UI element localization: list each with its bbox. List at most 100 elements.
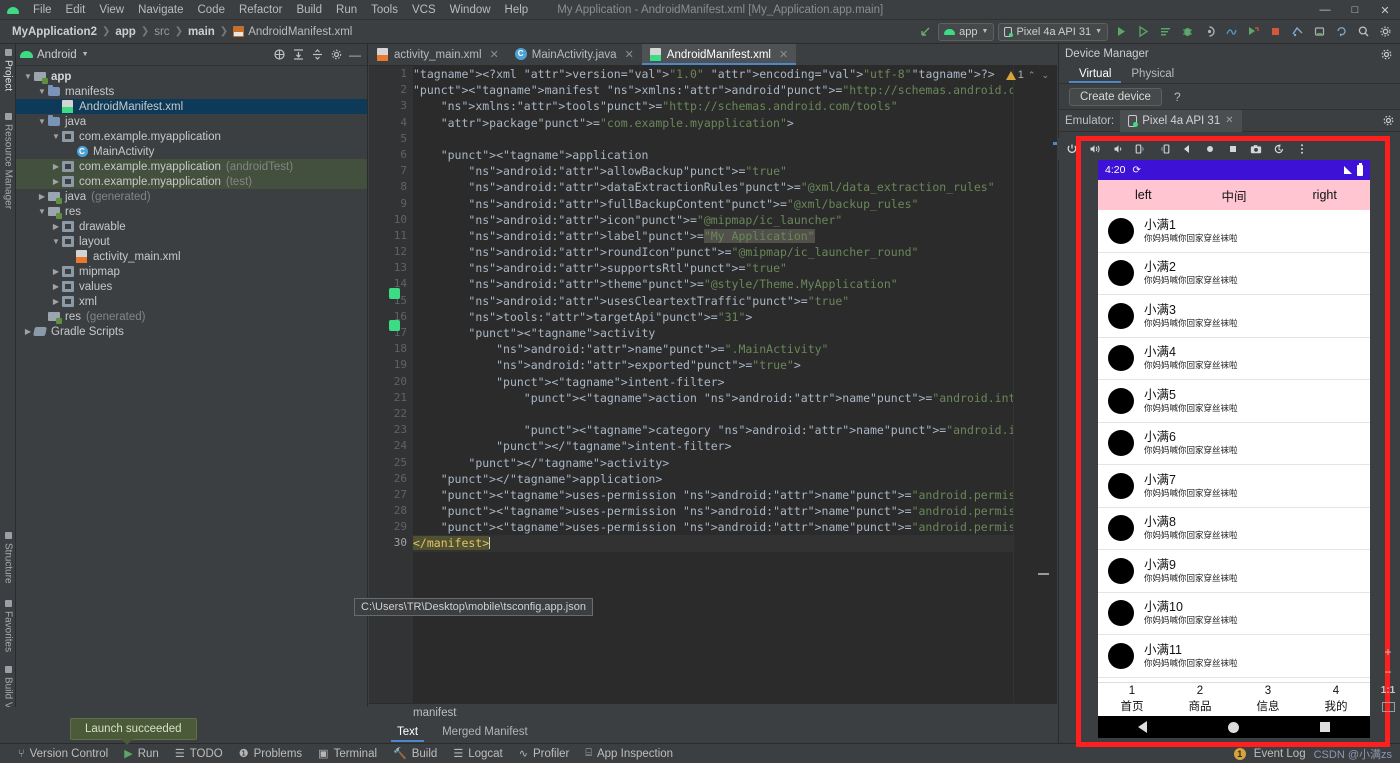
menu-item-view[interactable]: View bbox=[92, 2, 131, 18]
inspection-strip[interactable]: 1 ⌃ ⌄ bbox=[1005, 66, 1057, 707]
tool-window-structure[interactable]: Structure bbox=[0, 529, 16, 587]
editor-tab-androidmanifest-xml[interactable]: AndroidManifest.xml ✕ bbox=[641, 44, 797, 65]
tree-item-gradle-scripts[interactable]: ▶ Gradle Scripts bbox=[16, 324, 367, 339]
tree-item-androidmanifest-xml[interactable]: AndroidManifest.xml bbox=[16, 99, 367, 114]
actual-size-button[interactable]: 1:1 bbox=[1381, 685, 1395, 696]
close-icon[interactable]: ✕ bbox=[779, 48, 788, 61]
list-item[interactable]: 小满9 你妈妈喊你回家穿丝袜啦 bbox=[1098, 550, 1370, 593]
tool-window-project[interactable]: Project bbox=[0, 46, 16, 94]
breadcrumb-item-1[interactable]: app bbox=[111, 26, 139, 38]
menu-item-navigate[interactable]: Navigate bbox=[131, 2, 190, 18]
sdk-manager-icon[interactable] bbox=[1288, 23, 1306, 41]
module-selector[interactable]: app ▼ bbox=[938, 22, 995, 41]
tree-item-java[interactable]: ▼ java bbox=[16, 114, 367, 129]
tree-item-activity-main-xml[interactable]: activity_main.xml bbox=[16, 249, 367, 264]
more-icon[interactable] bbox=[1296, 143, 1308, 155]
run-icon[interactable] bbox=[1112, 23, 1130, 41]
tree-item-res[interactable]: res (generated) bbox=[16, 309, 367, 324]
profile-icon[interactable] bbox=[1156, 23, 1174, 41]
chevron-up-icon[interactable]: ⌃ bbox=[1026, 70, 1038, 81]
status-bar-build[interactable]: 🔨 Build bbox=[393, 747, 437, 761]
power-icon[interactable] bbox=[1066, 143, 1078, 155]
restore-icon[interactable] bbox=[1273, 143, 1285, 155]
hide-panel-icon[interactable]: — bbox=[347, 47, 363, 63]
avd-manager-icon[interactable] bbox=[1310, 23, 1328, 41]
tree-item-layout[interactable]: ▼ layout bbox=[16, 234, 367, 249]
home-icon[interactable] bbox=[1204, 143, 1216, 155]
back-icon[interactable] bbox=[1181, 143, 1193, 155]
profiler-icon[interactable] bbox=[1222, 23, 1240, 41]
list-item[interactable]: 小满6 你妈妈喊你回家穿丝袜啦 bbox=[1098, 422, 1370, 465]
menu-item-run[interactable]: Run bbox=[329, 2, 364, 18]
menu-item-edit[interactable]: Edit bbox=[59, 2, 93, 18]
close-icon[interactable]: ✕ bbox=[625, 48, 634, 61]
device-tab-virtual[interactable]: Virtual bbox=[1069, 64, 1122, 83]
maximize-button[interactable]: □ bbox=[1340, 0, 1370, 20]
menu-item-code[interactable]: Code bbox=[190, 2, 232, 18]
tree-item-java[interactable]: ▶ java (generated) bbox=[16, 189, 367, 204]
tree-item-values[interactable]: ▶ values bbox=[16, 279, 367, 294]
menu-item-refactor[interactable]: Refactor bbox=[232, 2, 289, 18]
tree-item-app[interactable]: ▼ app bbox=[16, 69, 367, 84]
zoom-out-button[interactable]: − bbox=[1384, 665, 1391, 679]
tree-item-drawable[interactable]: ▶ drawable bbox=[16, 219, 367, 234]
warning-indicator[interactable]: 1 ⌃ ⌄ bbox=[1005, 69, 1051, 81]
chevron-right-icon[interactable]: ▶ bbox=[22, 327, 34, 336]
debug-icon[interactable] bbox=[1178, 23, 1196, 41]
close-icon[interactable]: ✕ bbox=[490, 48, 499, 61]
event-log-label[interactable]: Event Log bbox=[1254, 748, 1306, 760]
chevron-down-icon[interactable]: ▼ bbox=[36, 207, 48, 216]
chevron-right-icon[interactable]: ▶ bbox=[50, 222, 62, 231]
close-button[interactable]: ✕ bbox=[1370, 0, 1400, 20]
nav-recents-icon[interactable] bbox=[1319, 722, 1330, 732]
bottom-nav-item-4[interactable]: 4 我的 bbox=[1302, 685, 1370, 714]
attach-debugger-icon[interactable] bbox=[1200, 23, 1218, 41]
editor-tab-activity-main-xml[interactable]: activity_main.xml ✕ bbox=[369, 44, 507, 65]
chevron-down-icon[interactable]: ▼ bbox=[36, 87, 48, 96]
status-bar-logcat[interactable]: ☰ Logcat bbox=[453, 747, 502, 761]
gear-icon[interactable] bbox=[1378, 46, 1394, 62]
view-tab-text[interactable]: Text bbox=[385, 721, 430, 742]
status-bar-version-control[interactable]: ⑂ Version Control bbox=[18, 748, 108, 760]
breadcrumb-item-0[interactable]: MyApplication2 bbox=[8, 26, 101, 38]
debug-run-icon[interactable] bbox=[1134, 23, 1152, 41]
resource-preview-marker[interactable] bbox=[389, 288, 400, 299]
close-icon[interactable]: ✕ bbox=[1225, 115, 1233, 126]
zoom-in-button[interactable]: + bbox=[1384, 645, 1391, 659]
chevron-down-icon[interactable]: ⌄ bbox=[1039, 70, 1051, 81]
list-item[interactable]: 小满7 你妈妈喊你回家穿丝袜啦 bbox=[1098, 465, 1370, 508]
list-item[interactable]: 小满3 你妈妈喊你回家穿丝袜啦 bbox=[1098, 295, 1370, 338]
gear-icon[interactable] bbox=[1380, 113, 1396, 129]
list-item[interactable]: 小满8 你妈妈喊你回家穿丝袜啦 bbox=[1098, 507, 1370, 550]
list-item[interactable]: 小满5 你妈妈喊你回家穿丝袜啦 bbox=[1098, 380, 1370, 423]
device-tab-physical[interactable]: Physical bbox=[1121, 64, 1184, 83]
tool-window-resource-manager[interactable]: Resource Manager bbox=[0, 110, 16, 212]
status-bar-app-inspection[interactable]: ⌸ App Inspection bbox=[585, 747, 673, 760]
emulator-screen[interactable]: 4:20 ⟳ left 中间 right 小满1 你妈妈喊你回家穿丝袜啦 小满2 你妈妈喊… bbox=[1098, 160, 1370, 738]
breadcrumb-item-3[interactable]: main bbox=[184, 26, 219, 38]
select-opened-file-icon[interactable] bbox=[271, 47, 287, 63]
contact-list[interactable]: 小满1 你妈妈喊你回家穿丝袜啦 小满2 你妈妈喊你回家穿丝袜啦 小满3 你妈妈喊你回家穿丝… bbox=[1098, 210, 1370, 682]
collapse-all-icon[interactable] bbox=[309, 47, 325, 63]
tree-item-mipmap[interactable]: ▶ mipmap bbox=[16, 264, 367, 279]
status-bar-todo[interactable]: ☰ TODO bbox=[175, 747, 223, 761]
nav-back-icon[interactable] bbox=[1138, 721, 1148, 733]
nav-home-icon[interactable] bbox=[1227, 721, 1239, 733]
view-tab-merged-manifest[interactable]: Merged Manifest bbox=[430, 721, 540, 742]
bottom-nav-item-3[interactable]: 3 信息 bbox=[1234, 685, 1302, 714]
settings-icon[interactable] bbox=[328, 47, 344, 63]
status-bar-problems[interactable]: ❶ Problems bbox=[239, 747, 302, 761]
stop-icon[interactable] bbox=[1266, 23, 1284, 41]
tree-item-manifests[interactable]: ▼ manifests bbox=[16, 84, 367, 99]
menu-item-file[interactable]: File bbox=[26, 2, 59, 18]
status-bar-profiler[interactable]: ∿ Profiler bbox=[519, 747, 570, 761]
list-item[interactable]: 小满11 你妈妈喊你回家穿丝袜啦 bbox=[1098, 635, 1370, 678]
menu-item-window[interactable]: Window bbox=[443, 2, 498, 18]
rotate-right-icon[interactable] bbox=[1158, 143, 1170, 155]
status-bar-run[interactable]: ▶ Run bbox=[124, 747, 159, 761]
minimize-button[interactable]: — bbox=[1310, 0, 1340, 20]
breadcrumb-item-4[interactable]: AndroidManifest.xml bbox=[229, 25, 356, 38]
expand-all-icon[interactable] bbox=[290, 47, 306, 63]
chevron-down-icon[interactable]: ▼ bbox=[22, 72, 34, 81]
create-device-button[interactable]: Create device bbox=[1069, 87, 1162, 106]
